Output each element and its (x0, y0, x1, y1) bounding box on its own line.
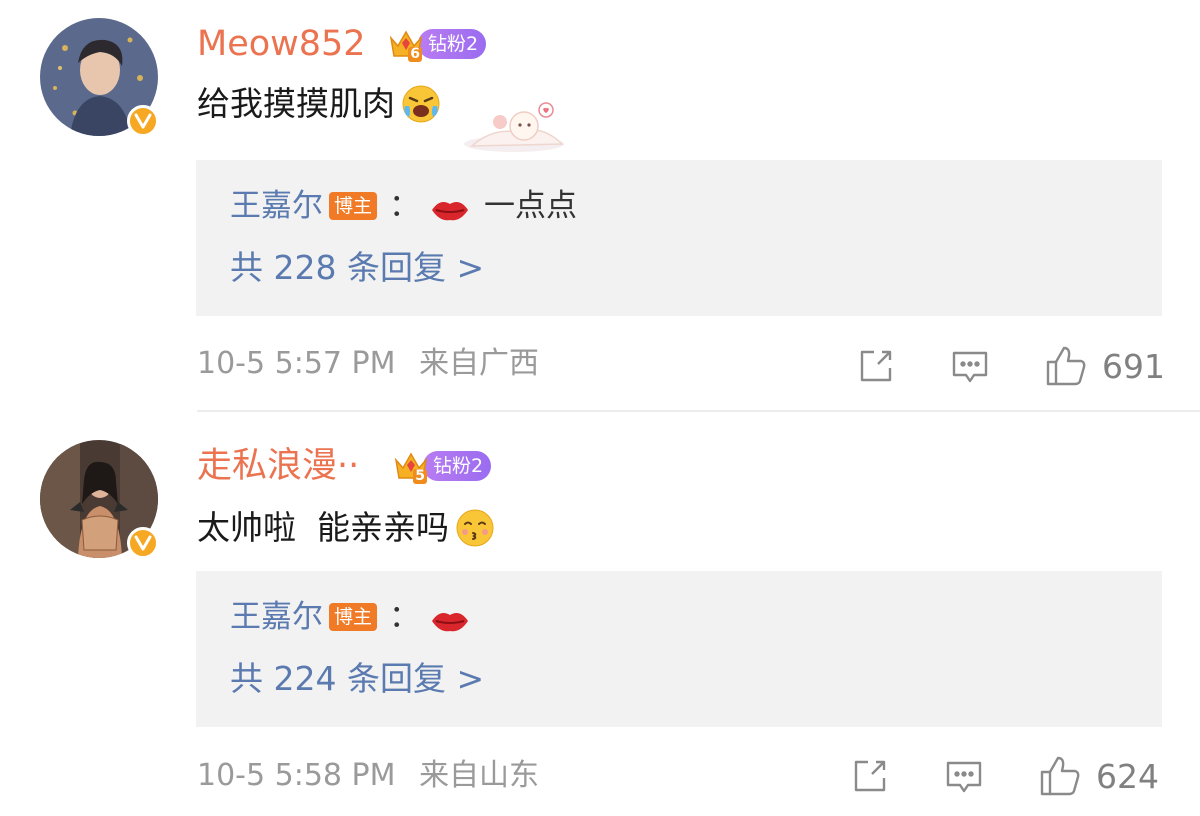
comment-item: Meow852 6 钻粉2 给我摸摸肌肉 王嘉尔 博主 ： 一点点 共 228 … (0, 0, 1200, 410)
comment-text-content: 给我摸摸肌肉 (197, 84, 395, 123)
reply-colon: ： (389, 599, 421, 635)
host-tag: 博主 (329, 603, 378, 631)
share-icon[interactable] (850, 756, 890, 796)
verified-v-icon (127, 527, 159, 559)
reply-colon: ： (389, 188, 421, 224)
share-icon[interactable] (856, 346, 896, 386)
host-tag: 博主 (329, 192, 378, 220)
timestamp: 10-5 5:58 PM (197, 758, 396, 793)
kiss-lips-emoji (430, 192, 470, 221)
fan-level-pill: 钻粉2 (418, 29, 487, 59)
comment-text: 太帅啦 能亲亲吗 (197, 506, 495, 550)
kissing-emoji (455, 508, 495, 548)
thumbs-up-icon[interactable] (1044, 344, 1088, 388)
action-bar: 691 (856, 344, 1165, 388)
crown-level-icon: 5 (393, 448, 429, 484)
reply-preview-box[interactable]: 王嘉尔 博主 ： 一点点 共 228 条回复 > (196, 160, 1162, 316)
fan-badge-group[interactable]: 6 钻粉2 (388, 26, 487, 62)
crown-level-icon: 6 (388, 26, 424, 62)
comment-text: 给我摸摸肌肉 (197, 82, 441, 126)
reply-preview-box[interactable]: 王嘉尔 博主 ： 共 224 条回复 > (196, 571, 1162, 727)
cat-sticker-decoration (462, 96, 572, 156)
reply-preview-line: 王嘉尔 博主 ： (230, 595, 470, 639)
reply-author[interactable]: 王嘉尔 (230, 595, 323, 639)
comment-item: 走私浪漫·· 5 钻粉2 太帅啦 能亲亲吗 王嘉尔 博主 ： 共 224 条回复… (0, 412, 1200, 816)
timestamp: 10-5 5:57 PM (197, 346, 396, 381)
comment-icon[interactable] (944, 756, 984, 796)
verified-v-icon (127, 105, 159, 137)
avatar[interactable] (40, 440, 159, 559)
reply-author[interactable]: 王嘉尔 (230, 184, 323, 228)
reply-text: 一点点 (484, 188, 578, 224)
comment-icon[interactable] (950, 346, 990, 386)
location: 来自广西 (419, 346, 540, 381)
like-count: 624 (1096, 756, 1159, 796)
username[interactable]: 走私浪漫·· (197, 444, 359, 488)
avatar[interactable] (40, 18, 159, 137)
reply-preview-line: 王嘉尔 博主 ： 一点点 (230, 184, 577, 228)
crown-level-number: 5 (413, 468, 427, 484)
view-replies-link[interactable]: 共 224 条回复 > (230, 657, 484, 701)
view-replies-link[interactable]: 共 228 条回复 > (230, 246, 484, 290)
like-count: 691 (1102, 346, 1165, 386)
action-bar: 624 (850, 754, 1159, 798)
crying-laughing-emoji (401, 84, 441, 124)
username[interactable]: Meow852 (197, 22, 366, 66)
kiss-lips-emoji (430, 603, 470, 632)
comment-text-content: 太帅啦 能亲亲吗 (197, 508, 449, 547)
fan-level-pill: 钻粉2 (423, 451, 492, 481)
crown-level-number: 6 (408, 46, 422, 62)
location: 来自山东 (419, 758, 540, 793)
comment-meta: 10-5 5:57 PM 来自广西 (197, 344, 539, 384)
fan-badge-group[interactable]: 5 钻粉2 (393, 448, 492, 484)
comment-meta: 10-5 5:58 PM 来自山东 (197, 756, 539, 796)
thumbs-up-icon[interactable] (1038, 754, 1082, 798)
